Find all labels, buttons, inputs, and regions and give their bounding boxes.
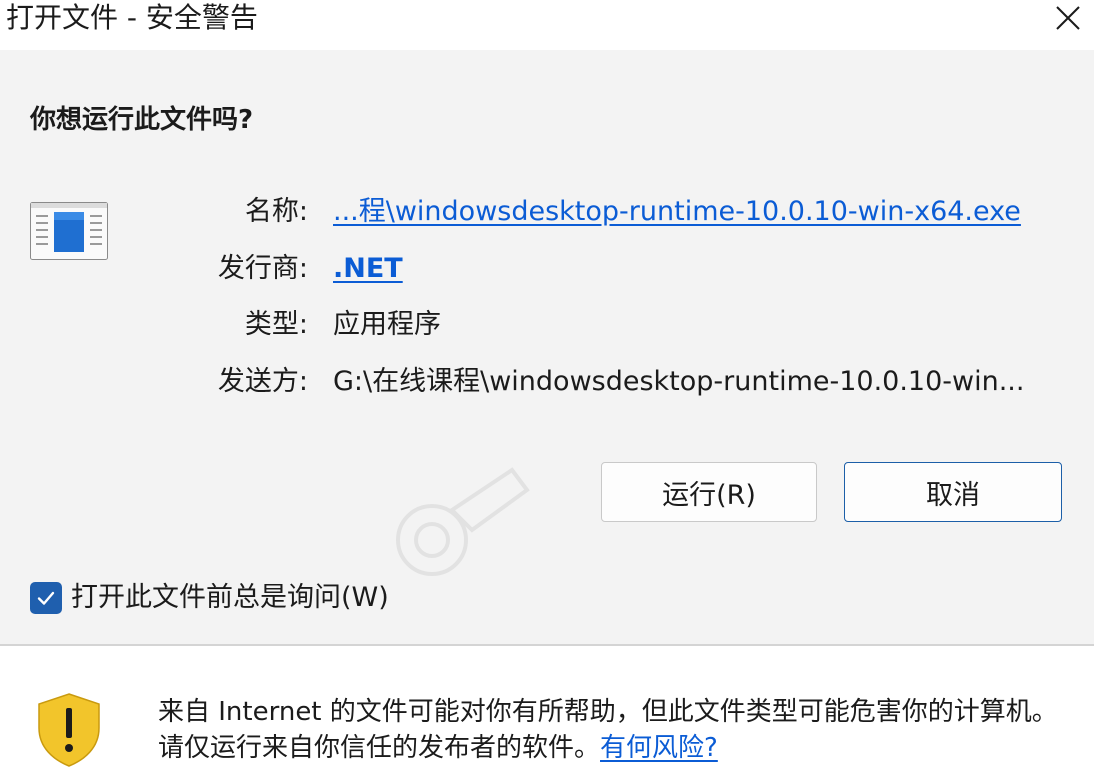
- checkmark-icon: [37, 591, 55, 605]
- close-icon: [1056, 6, 1080, 30]
- cancel-button[interactable]: 取消: [844, 462, 1062, 522]
- type-value: 应用程序: [333, 309, 441, 340]
- file-name-link[interactable]: ...程\windowsdesktop-runtime-10.0.10-win-…: [333, 194, 1021, 230]
- from-label: 发送方:: [217, 366, 308, 397]
- window-title: 打开文件 - 安全警告: [6, 1, 258, 34]
- always-ask-checkbox[interactable]: [30, 582, 62, 614]
- from-value: G:\在线课程\windowsdesktop-runtime-10.0.10-w…: [333, 366, 1025, 397]
- warning-message: 来自 Internet 的文件可能对你有所帮助，但此文件类型可能危害你的计算机。…: [158, 694, 1078, 766]
- security-footer: 来自 Internet 的文件可能对你有所帮助，但此文件类型可能危害你的计算机。…: [0, 646, 1094, 775]
- watermark-logo: [396, 467, 530, 576]
- dialog-content: 你想运行此文件吗? 名称: ...程\windowsdesktop-runtim…: [0, 50, 1094, 644]
- dialog-question: 你想运行此文件吗?: [30, 105, 254, 135]
- always-ask-label: 打开此文件前总是询问(W): [71, 582, 389, 613]
- publisher-label: 发行商:: [217, 253, 308, 284]
- close-button[interactable]: [1048, 0, 1088, 36]
- warning-shield-icon: [38, 693, 100, 767]
- type-label: 类型:: [244, 309, 308, 340]
- run-button[interactable]: 运行(R): [601, 462, 817, 522]
- name-label: 名称:: [244, 196, 308, 227]
- publisher-link[interactable]: .NET: [333, 251, 403, 287]
- application-file-icon: [30, 202, 108, 260]
- title-bar: 打开文件 - 安全警告: [0, 0, 1094, 50]
- risk-link[interactable]: 有何风险?: [600, 733, 718, 763]
- always-ask-checkbox-row[interactable]: 打开此文件前总是询问(W): [30, 580, 389, 616]
